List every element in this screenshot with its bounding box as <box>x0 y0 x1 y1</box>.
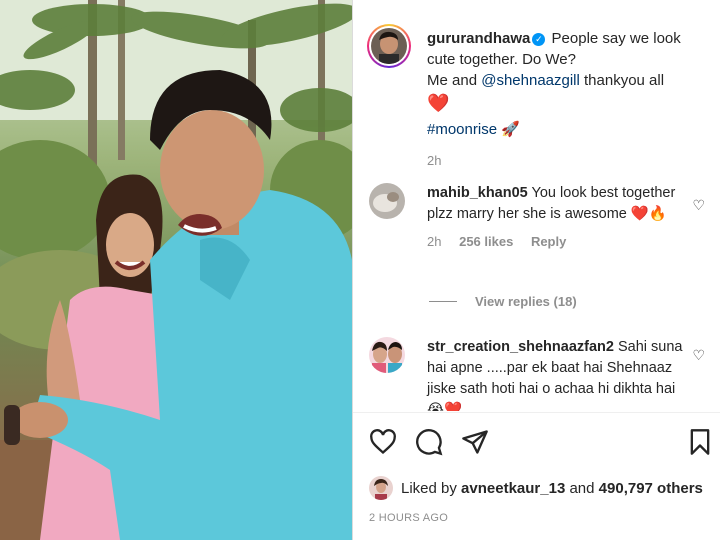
caption-heart-emoji: ❤️ <box>427 93 450 113</box>
comment-emoji: 😭❤️ <box>427 402 462 411</box>
photo-illustration <box>0 0 352 540</box>
post-caption: gururandhawa ✓ People say we look cute to… <box>427 28 707 171</box>
caption-prefix: Me and <box>427 72 478 89</box>
action-bar-divider <box>353 412 720 413</box>
liked-by-count[interactable]: 490,797 others <box>599 480 703 497</box>
liker-avatar <box>369 476 393 500</box>
comment-like-heart-icon[interactable]: ♡ <box>692 347 705 364</box>
post-age: 2h <box>427 153 442 168</box>
comments-list[interactable]: mahib_khan05 You look best together plzz… <box>353 175 720 411</box>
author-username[interactable]: gururandhawa <box>427 30 530 47</box>
commenter-avatar[interactable] <box>369 183 405 219</box>
view-replies-label: View replies (18) <box>475 294 577 309</box>
caption-mention-link[interactable]: @shehnaazgill <box>481 72 580 89</box>
post-details-panel: gururandhawa ✓ People say we look cute to… <box>353 0 720 540</box>
caption-suffix: thankyou all <box>584 72 665 89</box>
commenter-username[interactable]: str_creation_shehnaazfan2 <box>427 339 614 355</box>
heart-outline-icon[interactable] <box>369 428 397 456</box>
post-timestamp: 2 HOURS AGO <box>369 512 449 524</box>
view-replies-line <box>429 301 457 302</box>
commenter-avatar-image <box>369 337 405 373</box>
author-avatar-image <box>371 28 407 64</box>
liked-by-user[interactable]: avneetkaur_13 <box>461 480 565 497</box>
paper-plane-icon[interactable] <box>461 428 489 456</box>
commenter-avatar-image <box>369 183 405 219</box>
bookmark-icon[interactable] <box>686 428 714 456</box>
comment-bubble-icon[interactable] <box>415 428 443 456</box>
comment-age: 2h <box>427 234 442 249</box>
rocket-emoji: 🚀 <box>501 121 520 138</box>
comment-like-heart-icon[interactable]: ♡ <box>692 197 705 214</box>
commenter-username[interactable]: mahib_khan05 <box>427 185 528 201</box>
commenter-avatar[interactable] <box>369 337 405 373</box>
liked-by-prefix: Liked by <box>401 479 457 497</box>
verified-badge-icon: ✓ <box>532 33 546 46</box>
author-avatar[interactable] <box>367 24 411 68</box>
comment-likes[interactable]: 256 likes <box>459 234 513 249</box>
liked-by-row[interactable]: Liked by avneetkaur_13 and 490,797 other… <box>369 476 703 500</box>
post-photo[interactable] <box>0 0 352 540</box>
liked-by-and: and <box>569 479 595 497</box>
hashtag-link[interactable]: #moonrise <box>427 121 497 138</box>
reply-button[interactable]: Reply <box>531 234 566 249</box>
comment-emoji: ❤️🔥 <box>630 206 667 222</box>
view-replies-button[interactable]: View replies (18) <box>429 294 577 309</box>
